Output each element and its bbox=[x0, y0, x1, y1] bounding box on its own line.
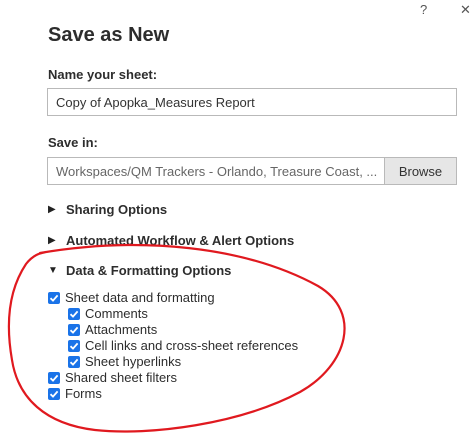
option-label: Shared sheet filters bbox=[65, 370, 178, 385]
checkbox-checked-icon[interactable] bbox=[48, 387, 60, 400]
sharing-options-toggle[interactable]: ▶ Sharing Options bbox=[48, 202, 167, 217]
automated-workflow-toggle[interactable]: ▶ Automated Workflow & Alert Options bbox=[48, 233, 294, 248]
save-location-field[interactable]: Workspaces/QM Trackers - Orlando, Treasu… bbox=[47, 157, 385, 185]
checkbox-checked-icon[interactable] bbox=[48, 371, 60, 384]
caret-down-icon: ▼ bbox=[48, 265, 58, 276]
option-label: Sheet hyperlinks bbox=[85, 354, 182, 369]
option-shared-filters[interactable]: Shared sheet filters bbox=[48, 370, 177, 385]
option-label: Sheet data and formatting bbox=[65, 290, 215, 305]
option-label: Comments bbox=[85, 306, 148, 321]
option-label: Attachments bbox=[85, 322, 158, 337]
sheet-name-input[interactable] bbox=[47, 88, 457, 116]
option-label: Forms bbox=[65, 386, 102, 401]
checkbox-checked-icon[interactable] bbox=[68, 307, 80, 320]
caret-right-icon: ▶ bbox=[48, 235, 56, 246]
section-label: Sharing Options bbox=[66, 202, 168, 217]
data-formatting-toggle[interactable]: ▼ Data & Formatting Options bbox=[48, 263, 231, 278]
close-icon[interactable]: ✕ bbox=[460, 2, 471, 18]
browse-button[interactable]: Browse bbox=[384, 157, 457, 185]
option-sheet-data[interactable]: Sheet data and formatting bbox=[48, 290, 215, 305]
section-label: Automated Workflow & Alert Options bbox=[66, 233, 295, 248]
dialog-title: Save as New bbox=[48, 24, 170, 46]
option-forms[interactable]: Forms bbox=[48, 386, 102, 401]
checkbox-checked-icon[interactable] bbox=[68, 323, 80, 336]
option-cell-links[interactable]: Cell links and cross-sheet references bbox=[68, 338, 298, 353]
save-in-label: Save in: bbox=[48, 135, 98, 150]
option-comments[interactable]: Comments bbox=[68, 306, 148, 321]
option-label: Cell links and cross-sheet references bbox=[85, 338, 299, 353]
sheet-name-label: Name your sheet: bbox=[48, 67, 158, 82]
option-hyperlinks[interactable]: Sheet hyperlinks bbox=[68, 354, 181, 369]
checkbox-checked-icon[interactable] bbox=[48, 291, 60, 304]
option-attachments[interactable]: Attachments bbox=[68, 322, 157, 337]
help-button[interactable]: ? bbox=[420, 2, 427, 17]
checkbox-checked-icon[interactable] bbox=[68, 339, 80, 352]
section-label: Data & Formatting Options bbox=[66, 263, 232, 278]
caret-right-icon: ▶ bbox=[48, 204, 56, 215]
checkbox-checked-icon[interactable] bbox=[68, 355, 80, 368]
